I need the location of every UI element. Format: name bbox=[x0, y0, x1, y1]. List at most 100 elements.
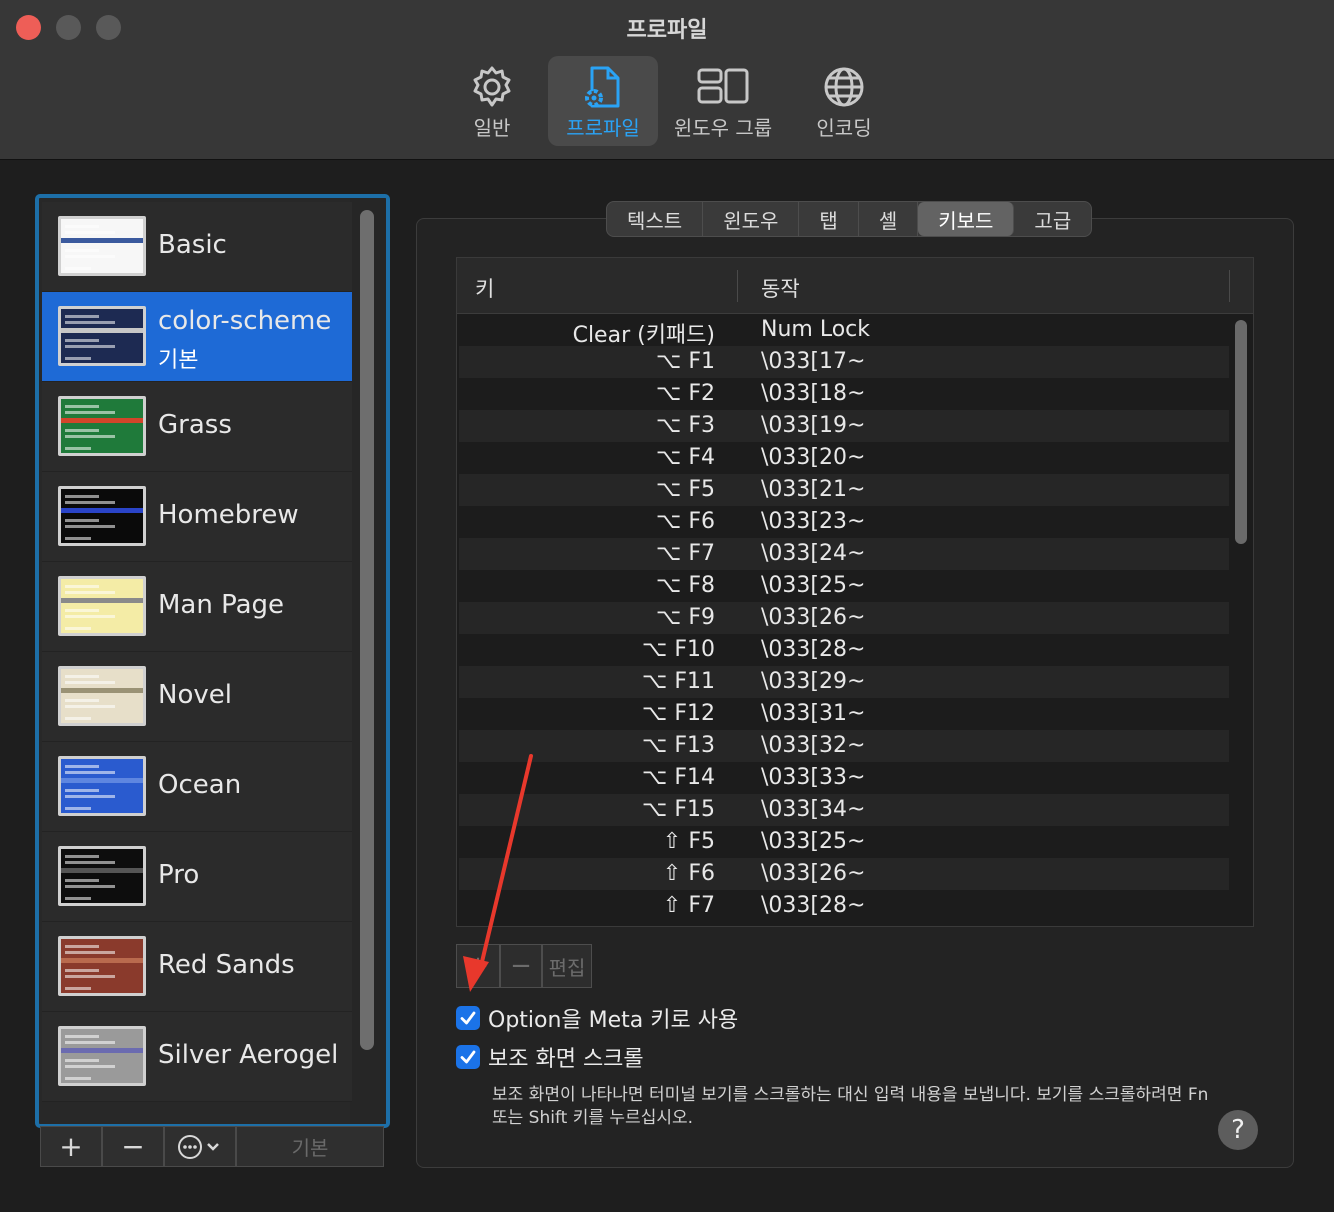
key-cell: ⇧ F7 bbox=[662, 893, 715, 918]
profile-actions-menu-button[interactable] bbox=[164, 1126, 236, 1167]
key-cell: ⌥ F11 bbox=[642, 669, 715, 694]
table-row[interactable]: ⌥ F7 \033[24~ bbox=[459, 538, 1229, 570]
table-scrollbar[interactable] bbox=[1235, 320, 1247, 544]
profile-thumbnail bbox=[58, 216, 146, 276]
add-key-mapping-button[interactable]: + bbox=[456, 944, 500, 988]
action-cell: \033[33~ bbox=[761, 765, 866, 790]
thumbnail-text-line bbox=[65, 225, 99, 228]
thumbnail-text-line bbox=[65, 315, 99, 318]
thumbnail-text-line bbox=[65, 591, 115, 594]
profile-item[interactable]: Pro bbox=[42, 832, 352, 922]
profile-name: color-scheme bbox=[158, 306, 332, 336]
profile-list-scrollbar[interactable] bbox=[360, 210, 374, 1050]
add-profile-button[interactable]: + bbox=[40, 1126, 102, 1167]
profile-thumbnail bbox=[58, 1026, 146, 1086]
table-row[interactable]: ⇧ F5 \033[25~ bbox=[459, 826, 1229, 858]
toolbar-encoding[interactable]: 인코딩 bbox=[792, 56, 896, 146]
tab-text[interactable]: 텍스트 bbox=[607, 202, 704, 236]
table-row[interactable]: ⌥ F12 \033[31~ bbox=[459, 698, 1229, 730]
help-button[interactable]: ? bbox=[1218, 1110, 1258, 1150]
profile-icon bbox=[585, 66, 620, 108]
tab-window[interactable]: 윈도우 bbox=[703, 202, 800, 236]
edit-key-mapping-button[interactable]: 편집 bbox=[542, 944, 592, 988]
remove-profile-button[interactable]: − bbox=[102, 1126, 164, 1167]
profile-item[interactable]: Basic bbox=[42, 202, 352, 292]
set-default-profile-button[interactable]: 기본 bbox=[236, 1126, 384, 1167]
thumbnail-highlight bbox=[61, 508, 143, 513]
table-row[interactable]: ⌥ F8 \033[25~ bbox=[459, 570, 1229, 602]
profile-list[interactable]: Basic color-scheme 기본 Grass Homebrew Man Page… bbox=[35, 194, 390, 1128]
thumbnail-text-line bbox=[65, 885, 115, 888]
table-row[interactable]: ⌥ F5 \033[21~ bbox=[459, 474, 1229, 506]
thumbnail-text-line bbox=[65, 345, 115, 348]
key-cell: ⌥ F13 bbox=[642, 733, 715, 758]
profile-item[interactable]: Red Sands bbox=[42, 922, 352, 1012]
thumbnail-text-line bbox=[65, 771, 115, 774]
table-row[interactable]: ⌥ F3 \033[19~ bbox=[459, 410, 1229, 442]
profile-item[interactable]: Ocean bbox=[42, 742, 352, 832]
thumbnail-text-line bbox=[65, 411, 115, 414]
thumbnail-text-line bbox=[65, 765, 99, 768]
profile-item[interactable]: Silver Aerogel bbox=[42, 1012, 352, 1102]
key-cell: ⌥ F15 bbox=[642, 797, 715, 822]
profile-item[interactable]: Man Page bbox=[42, 562, 352, 652]
thumbnail-text-line bbox=[65, 1035, 99, 1038]
thumbnail-highlight bbox=[61, 1048, 143, 1053]
thumbnail-highlight bbox=[61, 418, 143, 423]
thumbnail-text-line bbox=[65, 1059, 99, 1062]
table-row[interactable]: ⌥ F1 \033[17~ bbox=[459, 346, 1229, 378]
toolbar-general[interactable]: 일반 bbox=[440, 56, 544, 146]
tab-advanced[interactable]: 고급 bbox=[1014, 202, 1091, 236]
table-row[interactable]: ⌥ F2 \033[18~ bbox=[459, 378, 1229, 410]
column-header-key[interactable]: 키 bbox=[475, 273, 494, 303]
tab-keyboard[interactable]: 키보드 bbox=[918, 202, 1015, 236]
table-row[interactable]: ⌥ F6 \033[23~ bbox=[459, 506, 1229, 538]
thumbnail-text-line bbox=[65, 339, 99, 342]
table-row[interactable]: ⌥ F14 \033[33~ bbox=[459, 762, 1229, 794]
alt-screen-scroll-checkbox[interactable] bbox=[456, 1045, 480, 1069]
thumbnail-text-line bbox=[65, 969, 99, 972]
key-mapping-table[interactable]: 키 동작 Clear (키패드) Num Lock ⌥ F1 \033[17~ ⌥ F2… bbox=[456, 257, 1254, 927]
globe-icon bbox=[824, 67, 864, 107]
table-buttons: + − 편집 bbox=[456, 944, 592, 988]
profile-name: Silver Aerogel bbox=[158, 1040, 339, 1070]
option-as-meta-checkbox[interactable] bbox=[456, 1006, 480, 1030]
option-as-meta-label[interactable]: Option을 Meta 키로 사용 bbox=[488, 1002, 738, 1034]
remove-key-mapping-button[interactable]: − bbox=[500, 944, 542, 988]
action-cell: \033[26~ bbox=[761, 605, 866, 630]
alt-screen-scroll-label[interactable]: 보조 화면 스크롤 bbox=[488, 1041, 644, 1073]
title-bar: 프로파일 일반 프로파일 윈도우 그룹 인코딩 bbox=[0, 0, 1334, 160]
table-row[interactable]: ⇧ F7 \033[28~ bbox=[459, 890, 1229, 922]
profile-item[interactable]: Grass bbox=[42, 382, 352, 472]
table-row[interactable]: ⇧ F6 \033[26~ bbox=[459, 858, 1229, 890]
table-row[interactable]: Clear (키패드) Num Lock bbox=[459, 314, 1229, 348]
table-row[interactable]: ⌥ F10 \033[28~ bbox=[459, 634, 1229, 666]
table-row[interactable]: ⌥ F15 \033[34~ bbox=[459, 794, 1229, 826]
column-divider bbox=[737, 270, 738, 302]
option-as-meta-row: Option을 Meta 키로 사용 bbox=[456, 1002, 738, 1034]
key-cell: ⌥ F12 bbox=[642, 701, 715, 726]
tab-tab[interactable]: 탭 bbox=[799, 202, 859, 236]
table-row[interactable]: ⌥ F9 \033[26~ bbox=[459, 602, 1229, 634]
thumbnail-text-line bbox=[65, 585, 99, 588]
profile-thumbnail bbox=[58, 396, 146, 456]
column-header-action[interactable]: 동작 bbox=[761, 273, 800, 303]
action-cell: \033[28~ bbox=[761, 637, 866, 662]
profile-item[interactable]: Novel bbox=[42, 652, 352, 742]
toolbar-window-groups[interactable]: 윈도우 그룹 bbox=[664, 56, 782, 146]
table-row[interactable]: ⌥ F4 \033[20~ bbox=[459, 442, 1229, 474]
thumbnail-text-line bbox=[65, 255, 115, 258]
thumbnail-highlight bbox=[61, 238, 143, 243]
thumbnail-text-line bbox=[65, 429, 99, 432]
thumbnail-text-line bbox=[65, 501, 115, 504]
profile-item[interactable]: color-scheme 기본 bbox=[42, 292, 352, 382]
tab-shell[interactable]: 셸 bbox=[859, 202, 919, 236]
profile-item[interactable]: Homebrew bbox=[42, 472, 352, 562]
window-title: 프로파일 bbox=[626, 18, 708, 43]
toolbar-window-groups-label: 윈도우 그룹 bbox=[673, 116, 773, 140]
table-row[interactable]: ⌥ F11 \033[29~ bbox=[459, 666, 1229, 698]
toolbar-profiles[interactable]: 프로파일 bbox=[548, 56, 658, 146]
thumbnail-text-line bbox=[65, 1065, 115, 1068]
thumbnail-text-line bbox=[65, 525, 115, 528]
table-row[interactable]: ⌥ F13 \033[32~ bbox=[459, 730, 1229, 762]
